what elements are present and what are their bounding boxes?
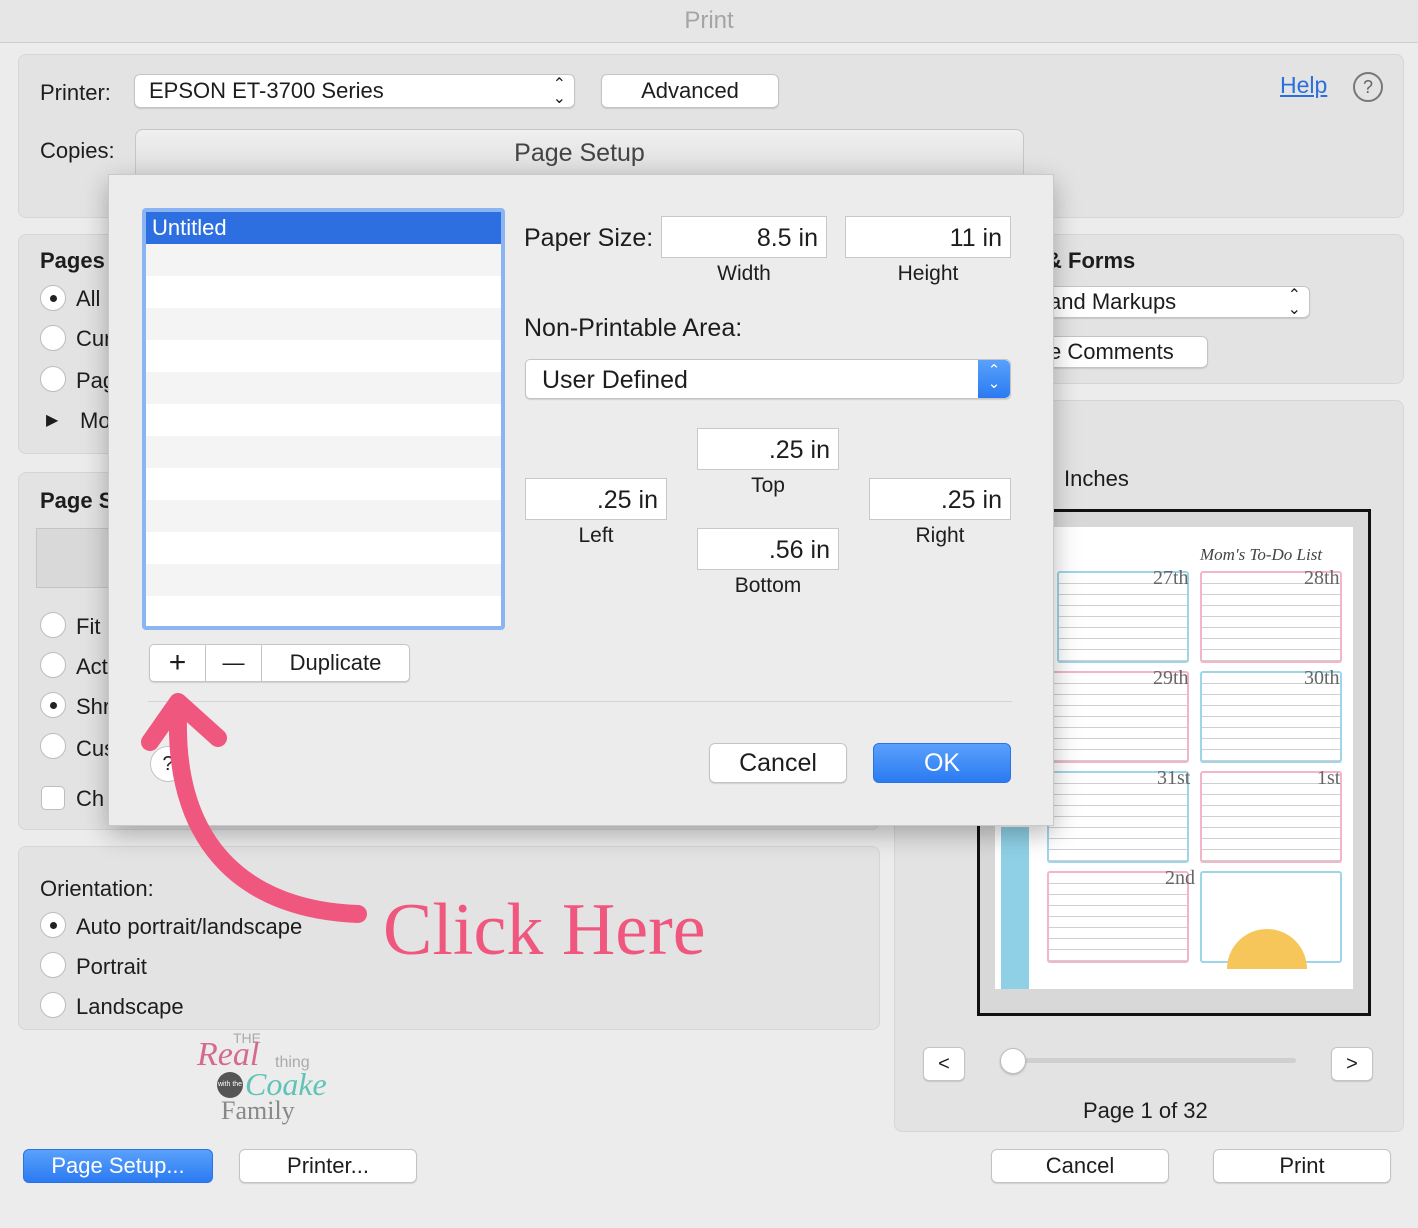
annotation-arrow: [141, 693, 367, 923]
arrow-curve: [168, 709, 367, 923]
annotation-text: Click Here: [383, 889, 706, 971]
